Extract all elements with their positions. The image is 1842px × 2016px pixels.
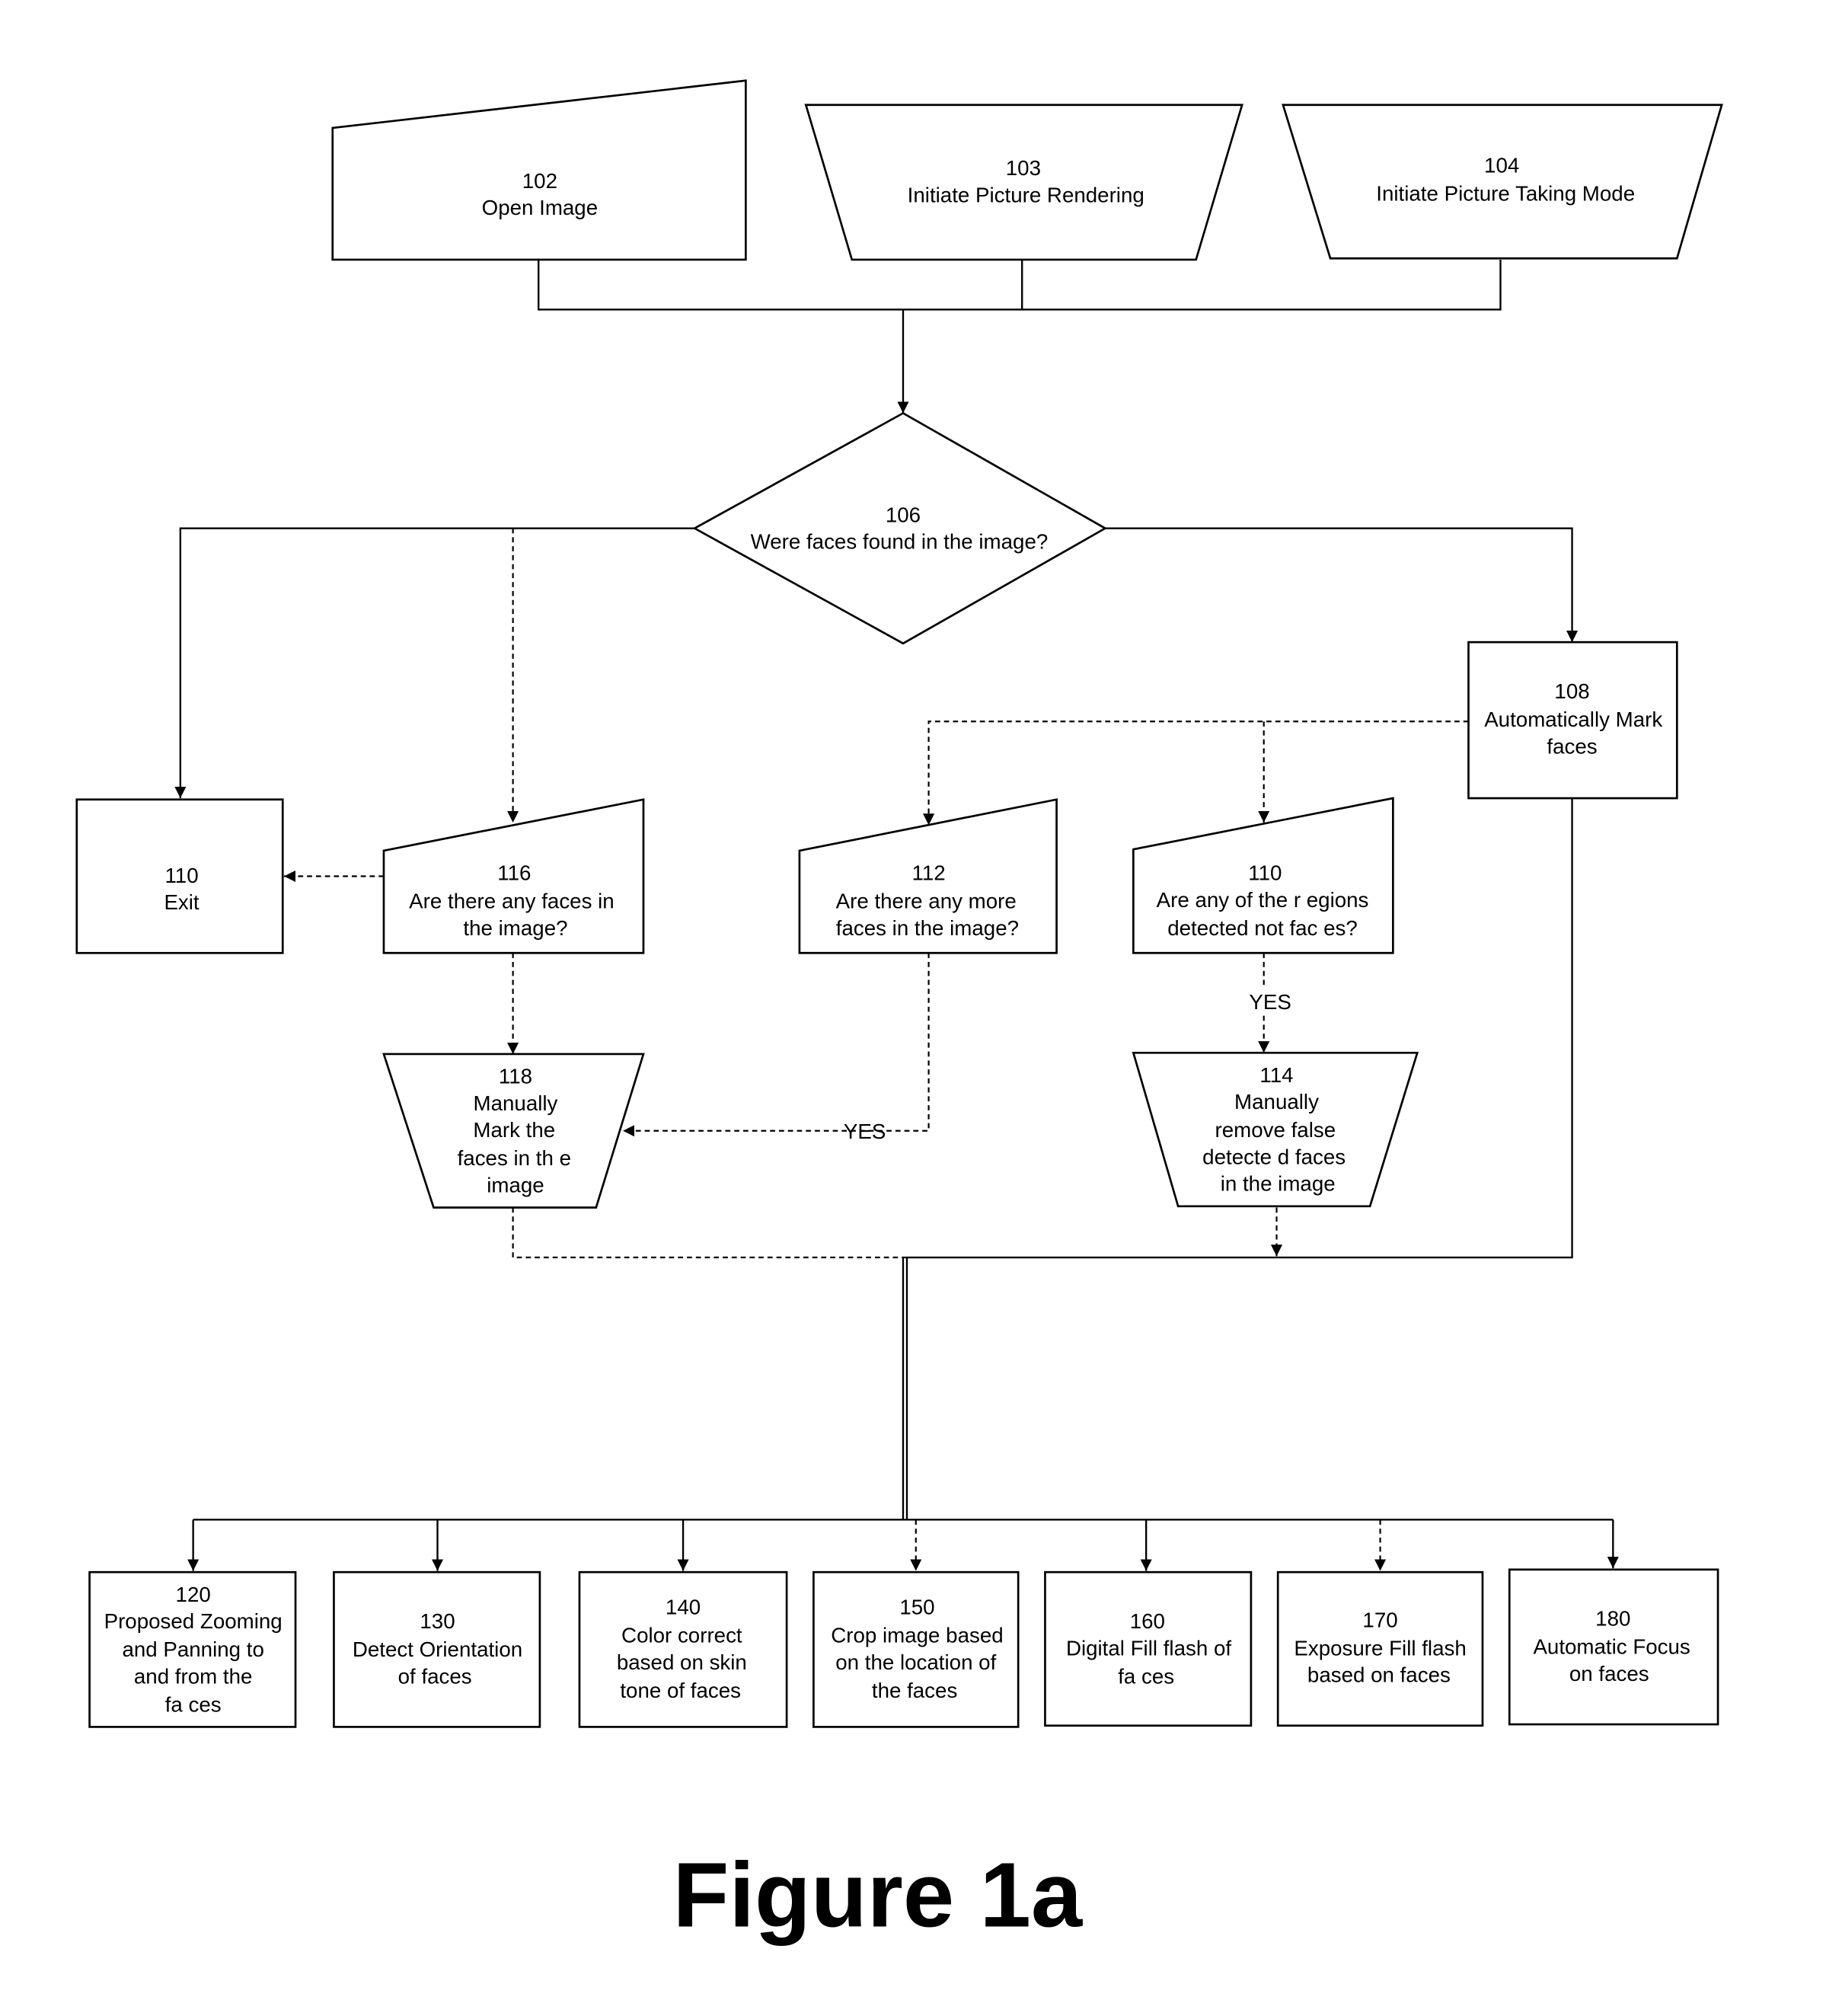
node-text: the faces: [872, 1679, 957, 1702]
node-text: Automatic Focus: [1533, 1635, 1690, 1659]
node-text: in the image: [1221, 1172, 1336, 1196]
node-103-initiate-picture-rendering[interactable]: 103 Initiate Picture Rendering: [804, 104, 1243, 261]
node-id: 118: [499, 1065, 532, 1088]
node-140-color-correct[interactable]: 140 Color correct based on skin tone of …: [578, 1570, 788, 1728]
edge-label-yes-110: YES: [1249, 990, 1291, 1014]
node-text: Detect Orientation: [353, 1637, 522, 1661]
node-id: 116: [497, 861, 531, 885]
node-text: Exit: [164, 890, 199, 914]
node-text: Open Image: [482, 196, 598, 219]
node-text: the image?: [463, 916, 567, 940]
node-text: Crop image based: [831, 1624, 1003, 1647]
node-text: based on skin: [617, 1650, 747, 1674]
node-180-automatic-focus[interactable]: 180 Automatic Focus on faces: [1508, 1568, 1719, 1726]
node-text: fa ces: [165, 1692, 222, 1716]
node-text: Are any of the r egions: [1157, 888, 1369, 912]
node-text: Were faces found in the image?: [751, 530, 1049, 554]
node-116-any-faces[interactable]: 116 Are there any faces in the image?: [382, 798, 645, 954]
node-id: 114: [1259, 1063, 1293, 1087]
node-text: tone of faces: [620, 1679, 741, 1702]
node-text: Manually: [474, 1091, 558, 1115]
node-id: 150: [899, 1596, 934, 1619]
node-text: faces in th e: [458, 1146, 571, 1170]
node-id: 120: [176, 1583, 211, 1606]
node-text: and from the: [134, 1664, 253, 1688]
edge-label-yes-112: YES: [844, 1120, 886, 1143]
flowchart: YES YES 102 Open Image 103 Initiate Pict…: [75, 79, 1723, 1946]
node-text: Are there any more: [836, 889, 1017, 912]
node-text: of faces: [398, 1664, 472, 1688]
node-text: image: [487, 1173, 544, 1197]
node-text: Proposed Zooming: [104, 1609, 283, 1633]
node-text: Digital Fill flash of: [1066, 1636, 1231, 1660]
node-text: Are there any faces in: [409, 889, 615, 912]
node-text: Initiate Picture Rendering: [908, 183, 1144, 206]
node-150-crop-image[interactable]: 150 Crop image based on the location of …: [812, 1570, 1020, 1728]
edge-106-exit: [174, 527, 695, 799]
node-text: based on faces: [1307, 1663, 1451, 1687]
node-108-automatically-mark-faces[interactable]: 108 Automatically Mark faces: [1467, 641, 1678, 800]
node-114-manually-remove-false-faces[interactable]: 114 Manually remove false detecte d face…: [1132, 1051, 1419, 1208]
node-text: Automatically Mark: [1484, 708, 1662, 731]
figure-caption: Figure 1a: [673, 1843, 1084, 1946]
node-id: 110: [1248, 861, 1282, 885]
node-text: Color correct: [621, 1624, 742, 1647]
node-text: and Panning to: [122, 1637, 263, 1661]
edge-106-108: [1105, 527, 1579, 643]
node-120-zoom-pan[interactable]: 120 Proposed Zooming and Panning to and …: [88, 1570, 297, 1728]
node-160-digital-fill-flash[interactable]: 160 Digital Fill flash of fa ces: [1044, 1570, 1253, 1727]
node-170-exposure-fill-flash[interactable]: 170 Exposure Fill flash based on faces: [1276, 1570, 1484, 1727]
node-text: remove false: [1215, 1118, 1336, 1142]
node-text: detected not fac es?: [1167, 916, 1358, 940]
node-id: 103: [1006, 156, 1041, 180]
node-text: on faces: [1569, 1662, 1649, 1685]
edge-102-merge: [538, 259, 1502, 311]
edge-118-merge: [512, 1207, 906, 1259]
node-id: 110: [164, 864, 198, 887]
node-id: 130: [420, 1609, 455, 1633]
node-118-manually-mark-faces[interactable]: 118 Manually Mark the faces in th e imag…: [382, 1053, 645, 1209]
node-106-decision[interactable]: 106 Were faces found in the image?: [692, 411, 1108, 645]
node-text: Manually: [1234, 1090, 1319, 1113]
node-104-initiate-picture-taking-mode[interactable]: 104 Initiate Picture Taking Mode: [1282, 104, 1723, 260]
node-text: Exposure Fill flash: [1294, 1636, 1466, 1660]
node-id: 102: [522, 169, 557, 193]
node-130-detect-orientation[interactable]: 130 Detect Orientation of faces: [333, 1570, 541, 1728]
node-text: faces in the image?: [836, 916, 1019, 940]
node-id: 106: [886, 503, 921, 526]
node-id: 170: [1362, 1608, 1397, 1631]
node-id: 180: [1595, 1607, 1630, 1631]
node-text: detecte d faces: [1202, 1145, 1346, 1168]
node-text: Initiate Picture Taking Mode: [1376, 182, 1635, 206]
node-110-exit[interactable]: 110 Exit: [75, 798, 284, 954]
node-102-open-image[interactable]: 102 Open Image: [331, 79, 747, 261]
node-id: 140: [666, 1596, 701, 1619]
node-text: Mark the: [473, 1118, 555, 1142]
node-id: 160: [1130, 1609, 1165, 1633]
node-id: 112: [911, 861, 945, 885]
node-text: fa ces: [1118, 1664, 1174, 1688]
node-id: 108: [1554, 679, 1589, 703]
node-id: 104: [1484, 154, 1519, 177]
node-text: faces: [1547, 734, 1597, 758]
node-text: on the location of: [835, 1650, 996, 1674]
edge-112-118: [623, 953, 930, 1137]
